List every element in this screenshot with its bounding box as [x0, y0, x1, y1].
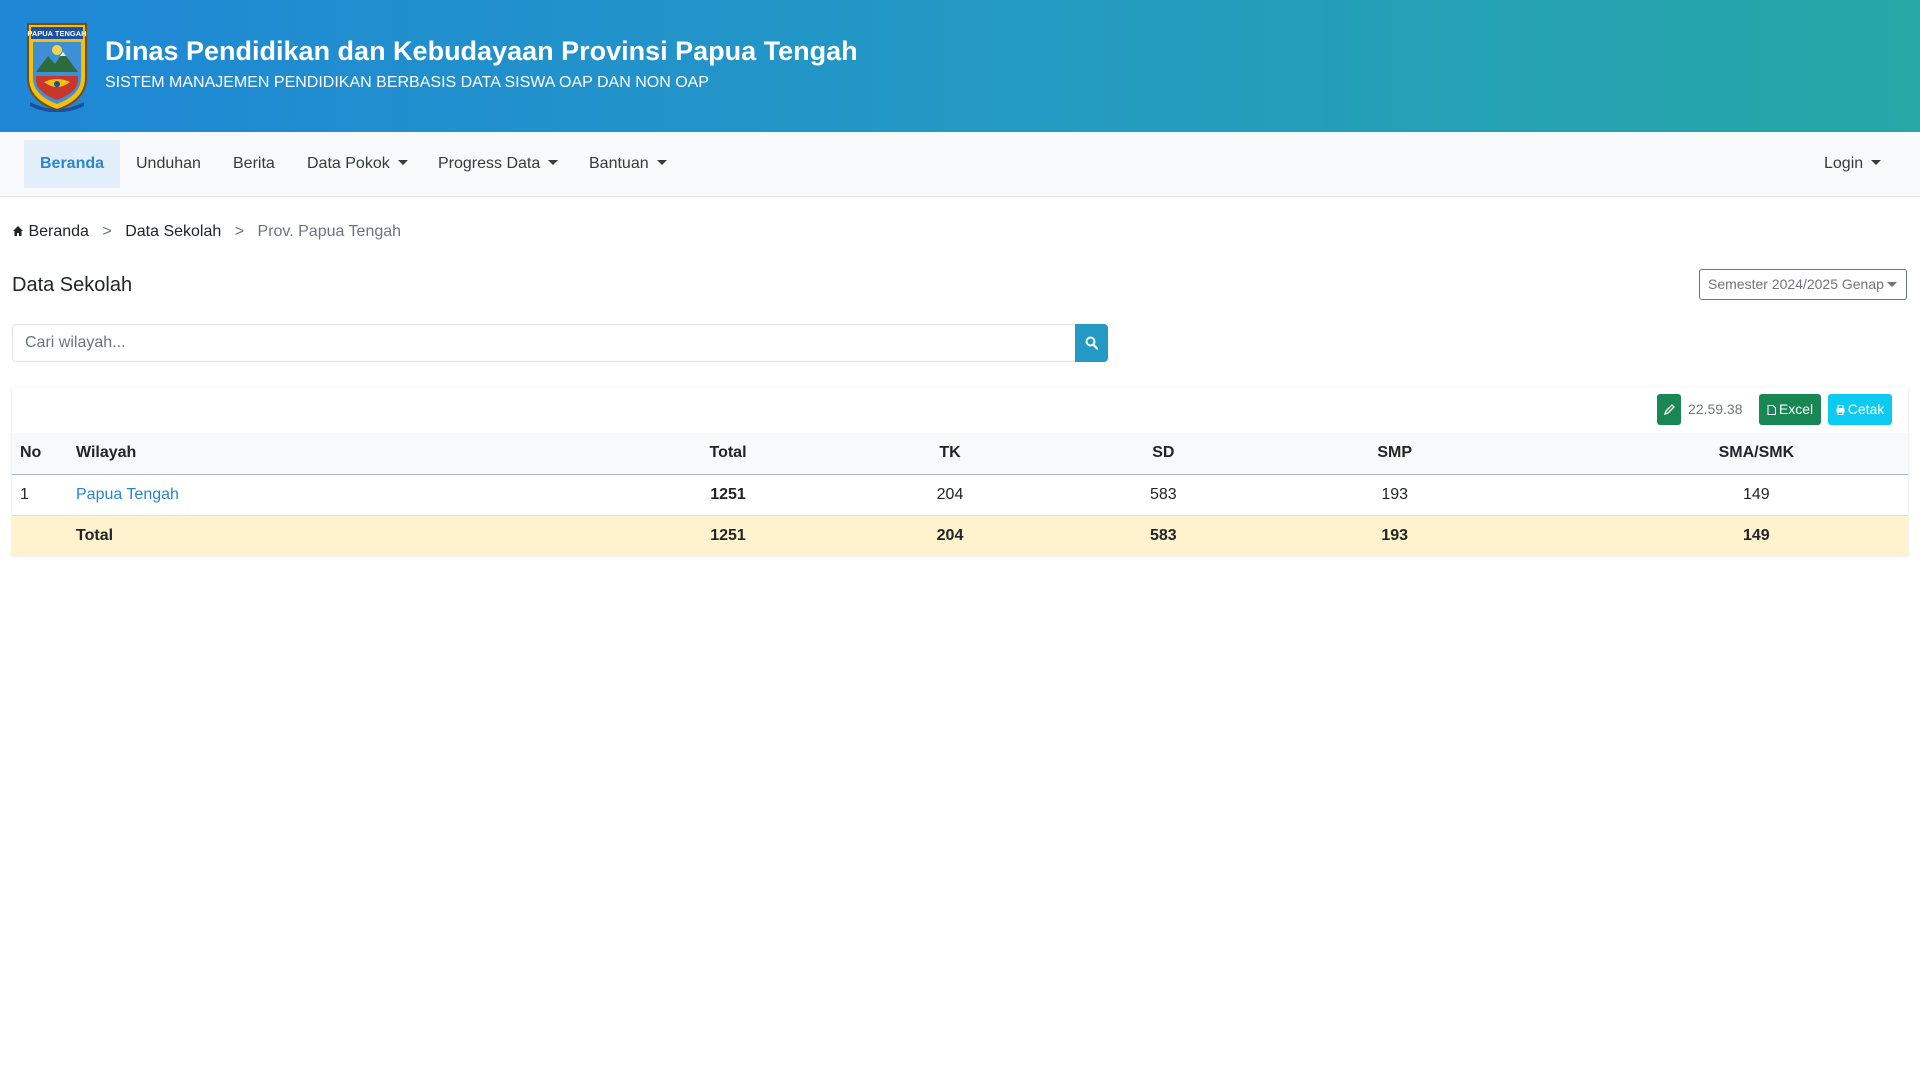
page-title: Data Sekolah — [12, 274, 133, 296]
print-button[interactable]: Cetak — [1828, 394, 1892, 425]
main-navbar: Beranda Unduhan Berita Data Pokok Progre… — [0, 132, 1920, 197]
total-cell-smp: 193 — [1381, 526, 1409, 544]
semester-label: Semester 2024/2025 Genap — [1708, 276, 1884, 292]
breadcrumb-home-link[interactable]: Beranda — [12, 223, 93, 240]
cell-tk: 204 — [758, 474, 1142, 516]
wilayah-link[interactable]: Papua Tengah — [68, 474, 698, 516]
data-table: No Wilayah Total TK SD SMP SMA/SMK 1 Pap… — [12, 433, 1908, 556]
edit-button[interactable] — [1657, 394, 1681, 425]
table-header-row: No Wilayah Total TK SD SMP SMA/SMK — [12, 433, 1908, 475]
total-cell-sd: 583 — [1150, 526, 1177, 544]
table-row: 1 Papua Tengah 1251 204 583 193 149 — [12, 474, 1908, 516]
cell-smp: 193 — [1184, 474, 1605, 516]
chevron-down-icon — [1887, 282, 1897, 287]
nav-data-pokok-label: Data Pokok — [307, 155, 390, 172]
chevron-down-icon — [1871, 160, 1882, 165]
site-subtitle: SISTEM MANAJEMEN PENDIDIKAN BERBASIS DAT… — [105, 74, 709, 91]
pencil-icon — [1663, 404, 1675, 416]
nav-bantuan-dropdown[interactable]: Bantuan — [589, 140, 667, 188]
site-header: PAPUA TENGAH Dinas Pendidikan dan Kebuda… — [0, 0, 1920, 132]
excel-label: Excel — [1778, 401, 1814, 417]
cell-sd: 583 — [1142, 474, 1185, 516]
total-cell-total: 1251 — [710, 526, 746, 544]
home-icon — [13, 226, 23, 236]
total-cell-sma-smk: 149 — [1743, 526, 1770, 544]
provincial-logo-icon: PAPUA TENGAH — [24, 20, 90, 113]
col-header-wilayah: Wilayah — [68, 433, 698, 475]
breadcrumb-current: Prov. Papua Tengah — [257, 223, 402, 240]
logo-text: PAPUA TENGAH — [27, 29, 86, 38]
nav-data-pokok-dropdown[interactable]: Data Pokok — [307, 140, 408, 188]
semester-dropdown[interactable]: Semester 2024/2025 Genap — [1699, 269, 1907, 300]
cell-sma-smk: 149 — [1604, 474, 1908, 516]
breadcrumb-data-sekolah[interactable]: Data Sekolah — [125, 223, 221, 240]
breadcrumb-separator: > — [102, 223, 112, 240]
nav-progress-data-dropdown[interactable]: Progress Data — [438, 140, 559, 188]
nav-login-label: Login — [1824, 155, 1864, 172]
nav-login-dropdown[interactable]: Login — [1824, 140, 1882, 188]
data-card: 22.59.38 Excel Cetak No Wilayah Total TK… — [12, 387, 1908, 556]
chevron-down-icon — [656, 160, 667, 165]
total-cell-tk: 204 — [936, 526, 964, 544]
col-header-sma-smk: SMA/SMK — [1604, 433, 1908, 475]
nav-beranda[interactable]: Beranda — [24, 140, 121, 188]
last-updated-time: 22.59.38 — [1688, 401, 1743, 417]
col-header-tk: TK — [758, 433, 1142, 475]
cell-total: 1251 — [698, 474, 758, 516]
cell-no: 1 — [12, 474, 68, 516]
nav-progress-data-label: Progress Data — [438, 155, 541, 172]
nav-berita[interactable]: Berita — [233, 140, 275, 188]
breadcrumb: Beranda > Data Sekolah > Prov. Papua Ten… — [12, 223, 401, 241]
nav-bantuan-label: Bantuan — [589, 155, 649, 172]
print-label: Cetak — [1847, 401, 1885, 417]
search-input[interactable] — [12, 324, 1076, 362]
printer-icon — [1836, 405, 1845, 415]
cell-empty — [12, 515, 68, 556]
breadcrumb-home-label: Beranda — [28, 223, 89, 240]
col-header-sd: SD — [1142, 433, 1185, 475]
col-header-smp: SMP — [1184, 433, 1605, 475]
nav-unduhan[interactable]: Unduhan — [136, 140, 201, 188]
col-header-total: Total — [698, 433, 758, 475]
chevron-down-icon — [397, 160, 408, 165]
search-button[interactable] — [1075, 324, 1108, 362]
chevron-down-icon — [548, 160, 559, 165]
search-icon — [1085, 336, 1098, 350]
site-title: Dinas Pendidikan dan Kebudayaan Provinsi… — [105, 36, 858, 66]
file-excel-icon — [1767, 405, 1776, 415]
total-label: Total — [76, 526, 114, 544]
table-total-row: Total 1251 204 583 193 149 — [12, 515, 1908, 556]
excel-export-button[interactable]: Excel — [1759, 394, 1821, 425]
breadcrumb-separator: > — [234, 223, 245, 240]
col-header-no: No — [12, 433, 68, 475]
